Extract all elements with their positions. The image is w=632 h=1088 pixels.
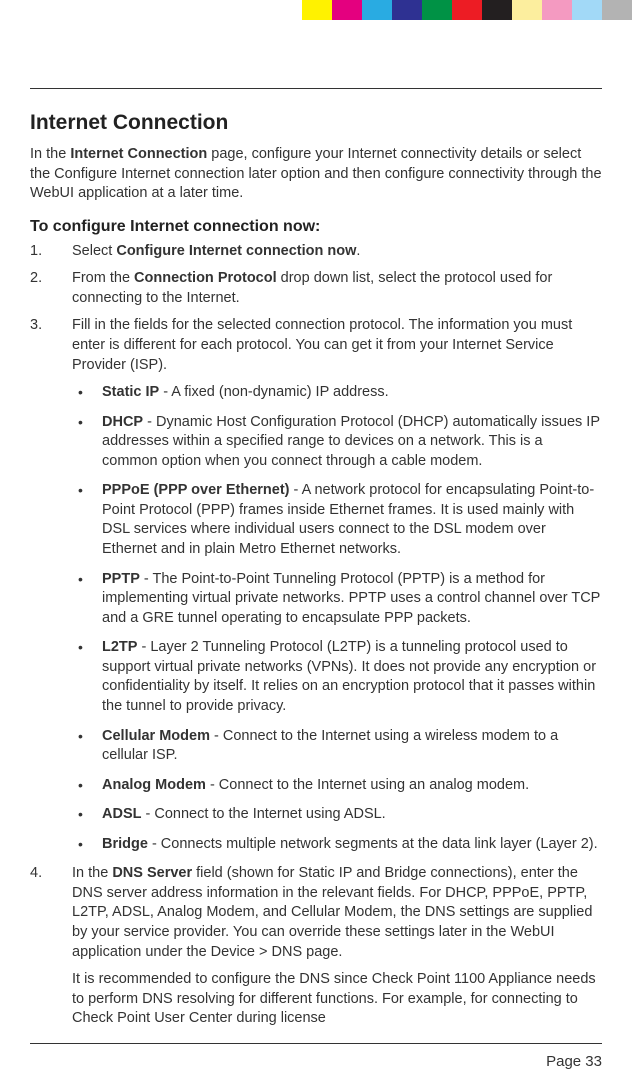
step-number: 4. [30, 864, 58, 884]
step-4-continuation: It is recommended to configure the DNS s… [30, 970, 602, 1029]
step-number: 2. [30, 269, 58, 289]
page-number: Page 33 [546, 1053, 602, 1070]
protocol-analog: Analog Modem - Connect to the Internet u… [72, 776, 602, 796]
color-registration-bars [302, 0, 632, 20]
step-1: 1. Select Configure Internet connection … [30, 242, 602, 262]
intro-paragraph: In the Internet Connection page, configu… [30, 145, 602, 204]
step-number: 3. [30, 316, 58, 336]
protocol-dhcp: DHCP - Dynamic Host Configuration Protoc… [72, 413, 602, 472]
page-content: Internet Connection In the Internet Conn… [0, 0, 632, 1029]
footer-rule [30, 1043, 602, 1044]
protocol-l2tp: L2TP - Layer 2 Tunneling Protocol (L2TP)… [72, 638, 602, 716]
protocol-static-ip: Static IP - A fixed (non-dynamic) IP add… [72, 383, 602, 403]
protocol-pptp: PPTP - The Point-to-Point Tunneling Prot… [72, 570, 602, 629]
protocol-cellular: Cellular Modem - Connect to the Internet… [72, 727, 602, 766]
step-4: 4. In the DNS Server field (shown for St… [30, 864, 602, 962]
protocol-list: Static IP - A fixed (non-dynamic) IP add… [72, 383, 602, 854]
step-2: 2. From the Connection Protocol drop dow… [30, 269, 602, 308]
protocol-adsl: ADSL - Connect to the Internet using ADS… [72, 805, 602, 825]
protocol-pppoe: PPPoE (PPP over Ethernet) - A network pr… [72, 481, 602, 559]
step-3: 3. Fill in the fields for the selected c… [30, 316, 602, 854]
step-number: 1. [30, 242, 58, 262]
horizontal-rule [30, 88, 602, 89]
page-title: Internet Connection [30, 111, 602, 135]
section-subhead: To configure Internet connection now: [30, 218, 602, 236]
steps-list: 1. Select Configure Internet connection … [30, 242, 602, 962]
protocol-bridge: Bridge - Connects multiple network segme… [72, 835, 602, 855]
